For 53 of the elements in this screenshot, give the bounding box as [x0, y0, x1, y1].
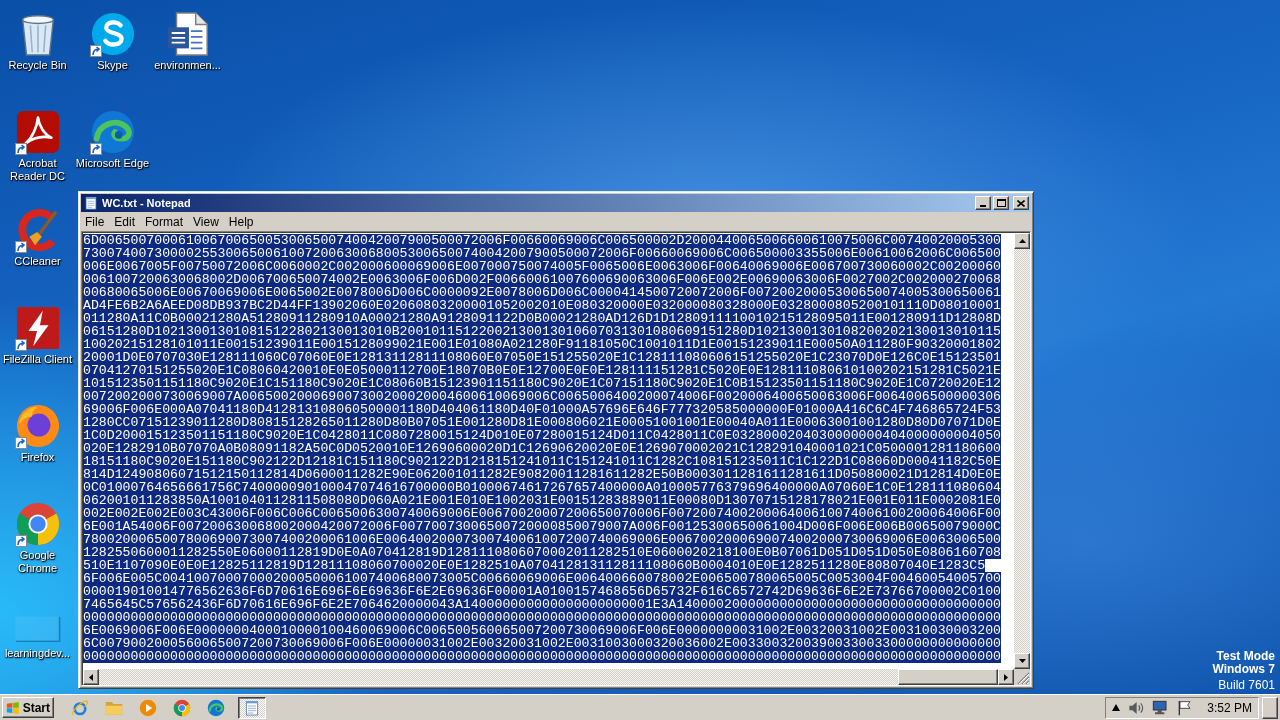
- start-button[interactable]: Start: [2, 697, 54, 718]
- flag-icon[interactable]: [1176, 699, 1193, 716]
- minimize-icon: [980, 205, 986, 207]
- orbit-ring-icon[interactable]: [71, 698, 89, 717]
- menu-item[interactable]: View: [189, 215, 223, 229]
- blank-window-icon: [14, 616, 61, 642]
- system-info-text: Test Mode: [1216, 650, 1275, 663]
- swirl-circle-icon[interactable]: [207, 698, 225, 717]
- maximize-icon: [996, 199, 1006, 207]
- swirl-circle-icon: [89, 109, 136, 155]
- swirl-logo-icon: [89, 11, 136, 57]
- resize-grip-icon[interactable]: [1014, 669, 1030, 685]
- menu-item[interactable]: Edit: [110, 215, 140, 229]
- clock[interactable]: 3:52 PM: [1207, 700, 1252, 715]
- menu-item[interactable]: Help: [224, 215, 258, 229]
- scroll-left-button[interactable]: [83, 669, 99, 685]
- swoosh-tile-icon: [14, 109, 61, 155]
- show-desktop-button[interactable]: [1262, 696, 1278, 719]
- caret-down-icon: [1018, 659, 1026, 663]
- caret-up-icon[interactable]: [1112, 704, 1121, 711]
- menu-item[interactable]: File: [81, 215, 109, 229]
- taskbar-button[interactable]: [238, 696, 266, 719]
- bolt-tile-icon: [14, 305, 61, 351]
- menu-item[interactable]: Format: [141, 215, 188, 229]
- segmented-circle-icon[interactable]: [173, 698, 191, 717]
- caret-left-icon: [89, 673, 93, 681]
- desktop-item[interactable]: Recycle Bin: [0, 6, 75, 72]
- system-info-text: Build 7601: [1218, 679, 1275, 692]
- caret-up-icon: [1018, 239, 1026, 243]
- scroll-up-button[interactable]: [1014, 233, 1030, 249]
- desktop-item[interactable]: FileZilla Client: [0, 300, 75, 366]
- close-icon: [1017, 199, 1025, 207]
- desktop-item[interactable]: CCleaner: [0, 202, 75, 268]
- close-button[interactable]: [1013, 196, 1029, 210]
- desktop-item[interactable]: Microsoft Edge: [75, 104, 150, 170]
- window-title: WC.txt - Notepad: [102, 197, 192, 209]
- minimize-button[interactable]: [975, 196, 991, 210]
- segmented-circle-icon: [14, 501, 61, 547]
- flag-logo-icon: [6, 699, 20, 716]
- scroll-right-button[interactable]: [998, 669, 1014, 685]
- desktop-item[interactable]: Skype: [75, 6, 150, 72]
- caret-right-icon: [1004, 673, 1008, 681]
- flame-globe-icon: [14, 403, 61, 449]
- desktop-item[interactable]: environmen...: [150, 6, 225, 72]
- notepad-icon: [244, 699, 260, 716]
- maximize-button[interactable]: [993, 196, 1009, 210]
- notepad-icon: [84, 196, 98, 210]
- scroll-down-button[interactable]: [1014, 653, 1030, 669]
- network-icon[interactable]: [1152, 699, 1169, 716]
- system-info-text: Windows 7: [1212, 663, 1275, 676]
- scrollbar-thumb[interactable]: [898, 669, 998, 685]
- speaker-icon[interactable]: [1128, 699, 1145, 716]
- desktop-item[interactable]: Acrobat Reader DC: [0, 104, 75, 183]
